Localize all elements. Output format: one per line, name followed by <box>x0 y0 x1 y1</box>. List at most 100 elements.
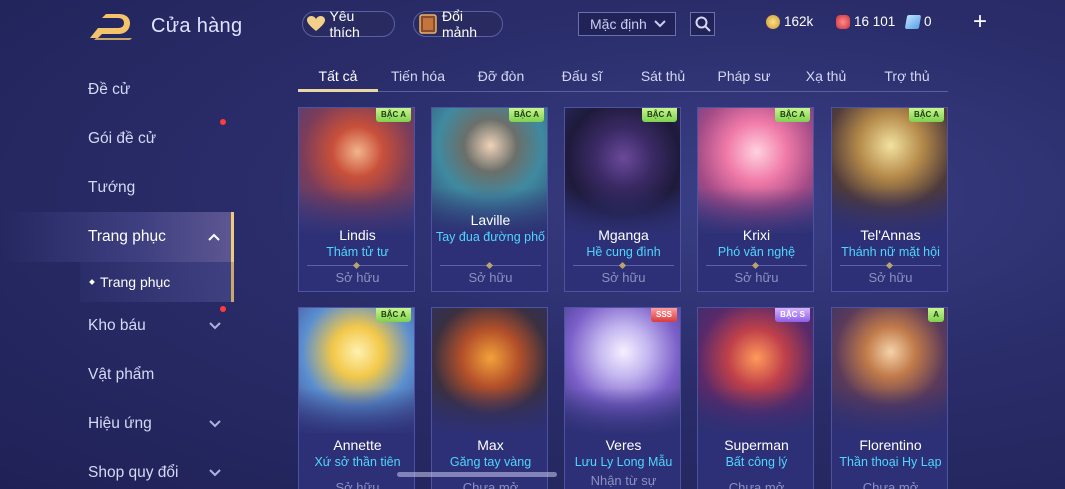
chevron-up-icon <box>208 233 220 241</box>
skin-name: Găng tay vàng <box>449 455 532 469</box>
skin-name: Bất công lý <box>725 455 788 469</box>
chevron-down-icon <box>654 20 666 28</box>
tab-tank[interactable]: Đỡ đòn <box>463 68 539 84</box>
divider <box>307 265 408 266</box>
skin-card[interactable]: A Florentino Thần thoại Hy Lạp Chưa mở <box>831 307 948 489</box>
tier-badge: BẬC A <box>375 308 411 322</box>
skin-card[interactable]: BẬC A Mganga Hề cung đình Sở hữu <box>564 107 681 292</box>
sidebar-item-exchange-shop[interactable]: Shop quy đổi <box>88 458 238 488</box>
notification-dot <box>220 306 226 312</box>
skin-card[interactable]: BẬC A Krixi Phó văn nghệ Sở hữu <box>697 107 814 292</box>
ownership-status: Chưa mở <box>462 480 519 489</box>
skin-card[interactable]: BẬC A Laville Tay đua đường phố Sở hữu <box>431 107 548 292</box>
tier-badge: BẬC S <box>775 308 810 322</box>
notification-dot <box>220 119 226 125</box>
scroll-indicator[interactable] <box>397 472 557 477</box>
sidebar-item-heroes[interactable]: Tướng <box>88 173 238 203</box>
tab-evolution[interactable]: Tiến hóa <box>380 68 456 84</box>
skin-name: Lưu Ly Long Mẫu <box>574 455 673 469</box>
tab-support[interactable]: Trợ thủ <box>869 68 945 84</box>
hero-name: Tel'Annas <box>860 227 921 243</box>
hero-name: Lindis <box>339 227 376 243</box>
tab-mage[interactable]: Pháp sư <box>706 68 782 84</box>
tier-badge: BẬC A <box>908 108 944 122</box>
divider <box>706 265 807 266</box>
sidebar-item-recommended-packs[interactable]: Gói đề cử <box>88 124 238 154</box>
voucher-currency: 0 <box>904 14 932 29</box>
search-icon <box>695 16 711 32</box>
skin-card[interactable]: BẬC A Annette Xứ sở thần tiên Sở hữu <box>298 307 415 489</box>
fragment-card-icon <box>418 14 438 34</box>
skin-name: Hề cung đình <box>586 245 661 259</box>
add-currency-button[interactable]: + <box>970 10 990 34</box>
tab-all[interactable]: Tất cả <box>298 68 378 84</box>
divider <box>840 265 941 266</box>
chevron-down-icon <box>209 469 221 477</box>
ruby-icon <box>836 14 850 29</box>
sidebar-item-label: Vật phẩm <box>88 366 155 383</box>
gold-currency: 162k <box>766 14 813 29</box>
tier-badge: BẬC A <box>375 108 411 122</box>
gem-currency: 16 101 <box>836 14 895 29</box>
sidebar-item-label: Kho báu <box>88 317 146 334</box>
sidebar-item-treasure[interactable]: Kho báu <box>88 311 238 341</box>
sidebar: Đề cử Gói đề cử Tướng Trang phục Trang p… <box>0 60 240 489</box>
divider <box>440 265 541 266</box>
hero-name: Superman <box>724 437 789 453</box>
ownership-status: Sở hữu <box>335 480 380 489</box>
top-bar: Cửa hàng Yêu thích Đổi mảnh Mặc định 162… <box>0 0 1065 48</box>
tab-marksman[interactable]: Xạ thủ <box>788 68 864 84</box>
sidebar-item-skins[interactable]: Trang phục <box>0 212 234 262</box>
gem-amount: 16 101 <box>854 14 896 29</box>
skin-card[interactable]: SSS Veres Lưu Ly Long Mẫu Nhận từ sự <box>564 307 681 489</box>
tier-badge: BẬC A <box>774 108 810 122</box>
exchange-button[interactable]: Đổi mảnh <box>413 8 503 40</box>
skin-card[interactable]: BẬC S Superman Bất công lý Chưa mở <box>697 307 814 489</box>
active-tab-indicator <box>298 89 378 92</box>
page-title: Cửa hàng <box>151 15 243 37</box>
sidebar-item-label: Shop quy đổi <box>88 464 179 481</box>
sort-value: Mặc định <box>590 16 647 32</box>
hero-name: Krixi <box>742 227 771 243</box>
gold-coin-icon <box>766 14 780 29</box>
ownership-status: Sở hữu <box>868 270 913 285</box>
skin-name: Thánh nữ mặt hội <box>841 245 940 259</box>
ownership-status: Sở hữu <box>734 270 779 285</box>
sidebar-item-recommended[interactable]: Đề cử <box>88 75 238 105</box>
skin-card[interactable]: Max Găng tay vàng Chưa mở <box>431 307 548 489</box>
voucher-icon <box>904 14 922 29</box>
sidebar-item-items[interactable]: Vật phẩm <box>88 360 238 390</box>
ownership-status: Sở hữu <box>335 270 380 285</box>
sidebar-subitem-skins[interactable]: Trang phục <box>80 262 234 302</box>
voucher-amount: 0 <box>924 14 932 29</box>
bullet-icon <box>89 279 95 285</box>
favorites-button[interactable]: Yêu thích <box>302 8 395 40</box>
skin-name: Thần thoại Hy Lạp <box>839 455 942 469</box>
tab-fighter[interactable]: Đấu sĩ <box>544 68 620 84</box>
search-button[interactable] <box>690 12 715 36</box>
sidebar-item-effects[interactable]: Hiệu ứng <box>88 409 238 439</box>
hero-name: Annette <box>333 437 382 453</box>
category-tabs: Tất cả Tiến hóa Đỡ đòn Đấu sĩ Sát thủ Ph… <box>298 60 948 92</box>
ownership-status: Chưa mở <box>728 480 785 489</box>
skin-card[interactable]: BẬC A Tel'Annas Thánh nữ mặt hội Sở hữu <box>831 107 948 292</box>
gold-amount: 162k <box>784 14 814 29</box>
ownership-status: Sở hữu <box>601 270 646 285</box>
ownership-status: Nhận từ sự <box>590 473 657 488</box>
sidebar-item-label: Hiệu ứng <box>88 415 152 432</box>
hero-name: Veres <box>605 437 642 453</box>
sidebar-item-label: Tướng <box>88 179 136 196</box>
tab-assassin[interactable]: Sát thủ <box>625 68 701 84</box>
skin-name: Thám tử tư <box>326 245 389 259</box>
skin-name: Phó văn nghệ <box>717 245 796 259</box>
skin-name: Tay đua đường phố <box>435 230 545 244</box>
hero-name: Mganga <box>598 227 649 243</box>
chevron-down-icon <box>209 322 221 330</box>
tier-badge: SSS <box>650 308 677 322</box>
back-logo-icon[interactable] <box>88 14 134 40</box>
heart-icon <box>307 14 326 34</box>
sort-dropdown[interactable]: Mặc định <box>578 12 676 36</box>
sidebar-subitem-label: Trang phục <box>100 274 171 290</box>
favorites-label: Yêu thích <box>329 8 360 40</box>
skin-card[interactable]: BẬC A Lindis Thám tử tư Sở hữu <box>298 107 415 292</box>
